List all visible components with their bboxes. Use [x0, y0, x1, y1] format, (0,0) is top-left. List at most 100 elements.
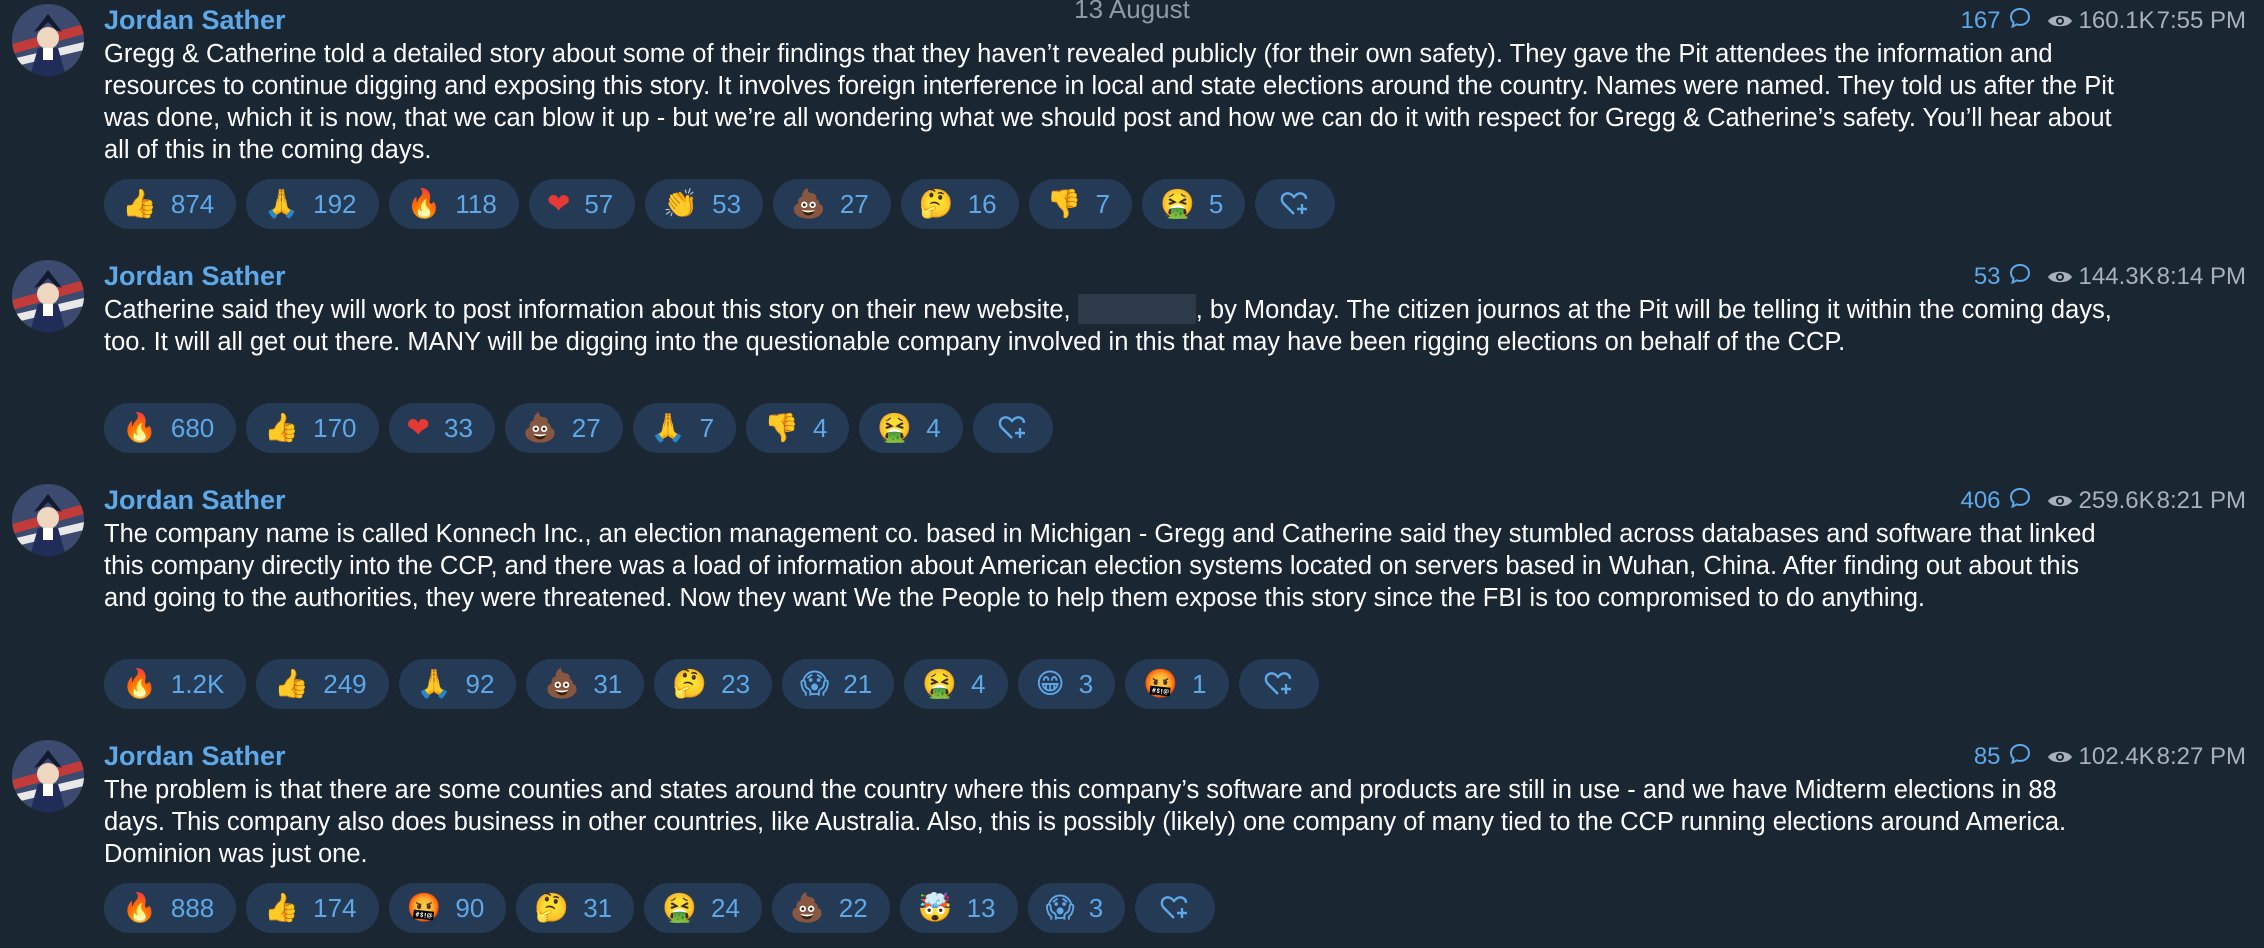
add-reaction-button[interactable]	[972, 403, 1053, 453]
reaction-chip[interactable]: 🤮 4	[904, 659, 1008, 709]
reaction-chip[interactable]: 🤮 5	[1141, 179, 1246, 229]
reaction-bar: 🔥 888 👍 174 🤬 90 🤔 31 🤮 24 💩 22 🤯 13 😱 3	[104, 883, 1216, 933]
eye-icon	[2047, 492, 2073, 510]
author-name[interactable]: Jordan Sather	[104, 482, 286, 518]
patriot-avatar-icon	[12, 260, 84, 332]
add-reaction-button[interactable]	[1255, 179, 1336, 229]
grinning-face-icon: 😁	[1035, 667, 1065, 700]
message-meta: 85 102.4K 8:27 PM	[1974, 740, 2246, 774]
message-feed: 13 August Jordan Sather 167 160.1K 7:55 …	[0, 0, 2264, 948]
patriot-avatar-icon	[12, 4, 84, 76]
message-text: The problem is that there are some count…	[104, 776, 2067, 868]
avatar[interactable]	[12, 484, 84, 556]
reaction-chip[interactable]: 🤮 4	[859, 403, 963, 453]
reaction-count: 31	[593, 668, 623, 699]
vomiting-face-icon: 🤮	[922, 667, 958, 700]
reaction-chip[interactable]: 🤬 1	[1125, 659, 1229, 709]
reaction-count: 23	[721, 668, 751, 699]
author-name[interactable]: Jordan Sather	[104, 2, 286, 38]
author-name[interactable]: Jordan Sather	[104, 258, 286, 294]
heart-icon: ❤	[546, 187, 571, 220]
reaction-chip[interactable]: 💩 27	[773, 179, 891, 229]
timestamp: 8:14 PM	[2156, 263, 2246, 290]
reaction-chip[interactable]: 🤯 13	[899, 883, 1018, 933]
reaction-count: 27	[839, 188, 869, 219]
vomiting-face-icon: 🤮	[662, 891, 697, 924]
reaction-chip[interactable]: 🙏 92	[398, 659, 517, 709]
eye-icon	[2047, 748, 2073, 766]
poo-icon: 💩	[791, 187, 826, 220]
reaction-chip[interactable]: 😱 3	[1027, 883, 1126, 933]
comment-bubble-icon	[2009, 743, 2031, 772]
avatar[interactable]	[12, 740, 84, 812]
avatar[interactable]	[12, 260, 84, 332]
date-separator: 13 August	[1074, 0, 1190, 24]
message-text: Catherine said they will work to post in…	[104, 294, 2114, 358]
reaction-chip[interactable]: ❤ 33	[388, 403, 495, 453]
reaction-chip[interactable]: 🔥 680	[104, 403, 237, 453]
reaction-chip[interactable]: 🔥 888	[104, 883, 237, 933]
reaction-count: 92	[465, 668, 495, 699]
reaction-chip[interactable]: 🙏 192	[246, 179, 379, 229]
reactions-bar: 🔥 680 👍 170 ❤ 33 💩 27 🙏 7 👎 4 🤮 4	[104, 403, 1053, 453]
reaction-chip[interactable]: 💩 31	[526, 659, 645, 709]
comment-bubble-icon	[2009, 487, 2031, 516]
reaction-count: 27	[571, 412, 601, 443]
replies-count: 85	[1973, 743, 2001, 770]
fire-icon: 🔥	[122, 411, 157, 444]
comment-bubble-icon	[2009, 263, 2031, 292]
replies-count: 406	[1960, 487, 2001, 514]
reaction-chip[interactable]: 💩 27	[504, 403, 623, 453]
reaction-chip[interactable]: 🔥 118	[388, 179, 519, 229]
reaction-chip[interactable]: 🙏 7	[632, 403, 737, 453]
reaction-count: 874	[170, 188, 215, 219]
heart-plus-icon	[1281, 192, 1308, 215]
thumbs-down-icon: 👎	[764, 411, 799, 444]
reaction-chip[interactable]: 👍 174	[246, 883, 379, 933]
thumbs-up-icon: 👍	[264, 411, 300, 444]
replies-link[interactable]: 85	[1974, 743, 2047, 772]
reaction-chip[interactable]: 👍 170	[246, 403, 379, 453]
author-name[interactable]: Jordan Sather	[104, 738, 286, 774]
reaction-chip[interactable]: 😱 21	[782, 659, 895, 709]
avatar[interactable]	[12, 4, 84, 76]
fire-icon: 🔥	[122, 667, 157, 700]
replies-link[interactable]: 53	[1974, 263, 2047, 292]
reaction-chip[interactable]: 💩 22	[771, 883, 890, 933]
cursing-face-icon: 🤬	[406, 891, 442, 924]
reaction-chip[interactable]: 👎 7	[1028, 179, 1132, 229]
vomiting-face-icon: 🤮	[1159, 187, 1195, 220]
patriot-avatar-icon	[12, 484, 84, 556]
replies-link[interactable]: 406	[1960, 487, 2046, 516]
replies-count: 167	[1960, 7, 2001, 34]
reaction-count: 249	[323, 668, 367, 699]
add-reaction-button[interactable]	[1238, 659, 1319, 709]
add-reaction-button[interactable]	[1135, 883, 1216, 933]
reaction-count: 1.2K	[170, 668, 225, 699]
fire-icon: 🔥	[122, 891, 157, 924]
reaction-chip[interactable]: 🤔 16	[900, 179, 1019, 229]
replies-link[interactable]: 167	[1960, 7, 2046, 36]
redacted-website	[1077, 294, 1196, 324]
reaction-chip[interactable]: ❤ 57	[528, 179, 636, 229]
thumbs-down-icon: 👎	[1046, 187, 1082, 220]
reaction-chip[interactable]: 👏 53	[645, 179, 764, 229]
reaction-chip[interactable]: 👎 4	[746, 403, 850, 453]
reaction-chip[interactable]: 🤔 31	[516, 883, 635, 933]
thumbs-up-icon: 👍	[274, 667, 310, 700]
folded-hands-icon: 🙏	[650, 411, 686, 444]
replies-count: 53	[1973, 263, 2001, 290]
reaction-chip[interactable]: 👍 249	[256, 659, 389, 709]
reaction-count: 680	[170, 412, 215, 443]
reaction-chip[interactable]: 😁 3	[1017, 659, 1116, 709]
thinking-face-icon: 🤔	[918, 187, 954, 220]
message-text: Gregg & Catherine told a detailed story …	[104, 40, 2114, 164]
reaction-chip[interactable]: 🤬 90	[388, 883, 507, 933]
reaction-chip[interactable]: 🤔 23	[654, 659, 773, 709]
reaction-chip[interactable]: 🤮 24	[644, 883, 762, 933]
message-meta: 167 160.1K 7:55 PM	[1960, 4, 2246, 38]
poo-icon: 💩	[544, 667, 580, 700]
reaction-chip[interactable]: 👍 874	[104, 179, 237, 229]
reaction-count: 21	[843, 668, 873, 699]
reaction-chip[interactable]: 🔥 1.2K	[104, 659, 247, 709]
